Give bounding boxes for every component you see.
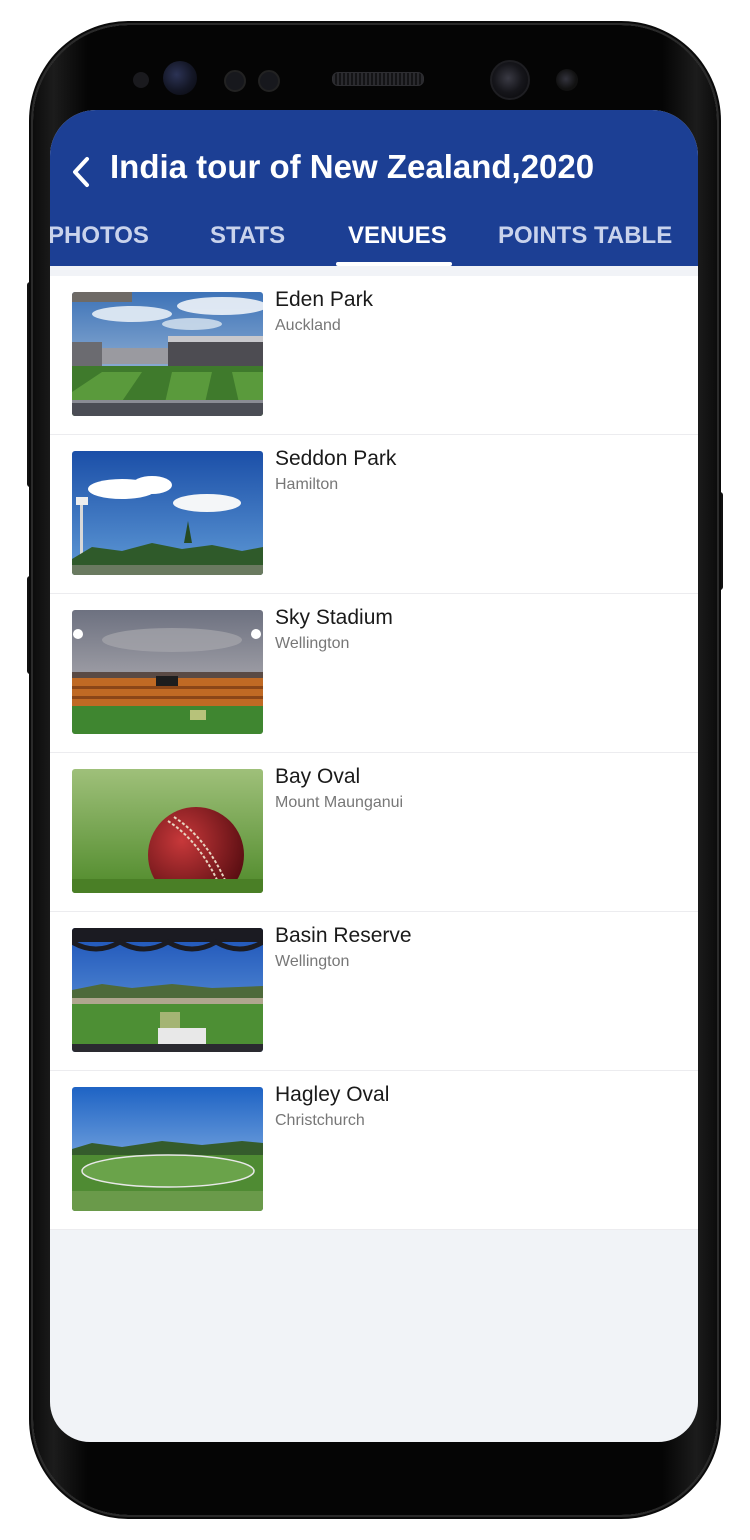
venue-city: Christchurch: [275, 1112, 365, 1129]
list-item[interactable]: Basin Reserve Wellington: [50, 912, 698, 1071]
tab-bar: PHOTOS STATS VENUES POINTS TABLE: [50, 218, 698, 266]
venue-name: Bay Oval: [275, 765, 361, 788]
front-camera-icon: [490, 60, 530, 100]
app-screen: India tour of New Zealand,2020 PHOTOS ST…: [50, 110, 698, 1442]
venue-image: [72, 292, 263, 416]
app-header: India tour of New Zealand,2020 PHOTOS ST…: [50, 110, 698, 266]
venue-image: [72, 451, 263, 575]
venue-image: [72, 769, 263, 893]
venue-city: Auckland: [275, 317, 341, 334]
venue-list: Eden Park Auckland Seddon Park Hamilton …: [50, 276, 698, 1230]
venue-name: Basin Reserve: [275, 924, 412, 947]
venue-image: [72, 928, 263, 1052]
venue-name: Hagley Oval: [275, 1083, 390, 1106]
list-item[interactable]: Seddon Park Hamilton: [50, 435, 698, 594]
list-item[interactable]: Bay Oval Mount Maunganui: [50, 753, 698, 912]
chevron-left-icon[interactable]: [68, 154, 94, 190]
venue-city: Hamilton: [275, 476, 339, 493]
tab-points-table[interactable]: POINTS TABLE: [498, 218, 672, 266]
active-tab-indicator: [336, 262, 452, 266]
sensor-icon: [258, 70, 280, 92]
tab-venues[interactable]: VENUES: [348, 218, 447, 266]
venue-name: Seddon Park: [275, 447, 397, 470]
sensor-icon: [556, 69, 578, 91]
page-title: India tour of New Zealand,2020: [110, 148, 595, 185]
venue-city: Wellington: [275, 635, 350, 652]
venue-image: [72, 610, 263, 734]
venue-city: Mount Maunganui: [275, 794, 404, 811]
sensor-icon: [133, 72, 149, 88]
list-item[interactable]: Hagley Oval Christchurch: [50, 1071, 698, 1230]
earpiece-speaker: [332, 72, 424, 86]
venue-image: [72, 1087, 263, 1211]
sensor-icon: [224, 70, 246, 92]
venue-city: Wellington: [275, 953, 350, 970]
venue-name: Sky Stadium: [275, 606, 393, 629]
iris-scanner-icon: [163, 61, 197, 95]
venue-name: Eden Park: [275, 288, 374, 311]
list-item[interactable]: Eden Park Auckland: [50, 276, 698, 435]
list-item[interactable]: Sky Stadium Wellington: [50, 594, 698, 753]
tab-stats[interactable]: STATS: [210, 218, 285, 266]
tab-photos[interactable]: PHOTOS: [50, 218, 149, 266]
